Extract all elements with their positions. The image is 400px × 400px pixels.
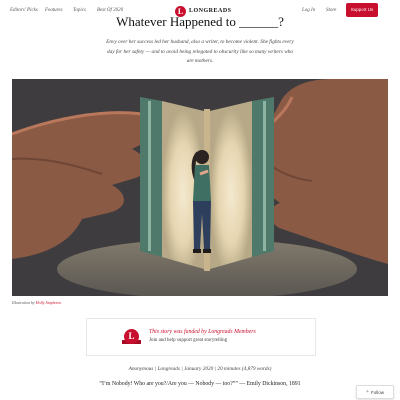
article-headline: Whatever Happened to ______? <box>116 14 284 29</box>
article-dek: Envy over her success led her husband, a… <box>106 39 294 64</box>
follow-label: Follow <box>370 389 384 395</box>
illustrator-link[interactable]: Holly Stapleton <box>36 300 61 305</box>
caption-prefix: Illustration by <box>12 300 35 305</box>
funding-box: L This story was funded by Longreads Mem… <box>86 318 316 356</box>
funding-text[interactable]: Join and help support great storytelling <box>149 338 227 343</box>
nav-link-features[interactable]: Features <box>45 8 63 13</box>
hero-illustration <box>12 79 388 296</box>
longreads-member-badge-icon: L <box>124 329 139 344</box>
funding-title[interactable]: This story was funded by Longreads Membe… <box>149 329 256 335</box>
illustration-artwork <box>12 79 388 296</box>
nav-link-best-of-2020[interactable]: Best Of 2020 <box>97 8 123 13</box>
nav-link-editors-picks[interactable]: Editors' Picks <box>10 8 38 13</box>
illustration-caption: Illustration by Holly Stapleton <box>12 300 61 305</box>
nav-link-topics[interactable]: Topics <box>73 8 86 13</box>
plus-icon: + <box>366 389 369 395</box>
article-body-cutoff <box>94 395 306 400</box>
article-meta: Anonymous | Longreads | January 2020 | 2… <box>128 366 272 372</box>
nav-link-store[interactable]: Store <box>326 8 336 13</box>
follow-button[interactable]: + Follow <box>356 385 394 399</box>
nav-link-log-in[interactable]: Log In <box>302 8 315 13</box>
article-epigraph: “I’m Nobody! Who are you?/Are you — Nobo… <box>99 381 301 387</box>
